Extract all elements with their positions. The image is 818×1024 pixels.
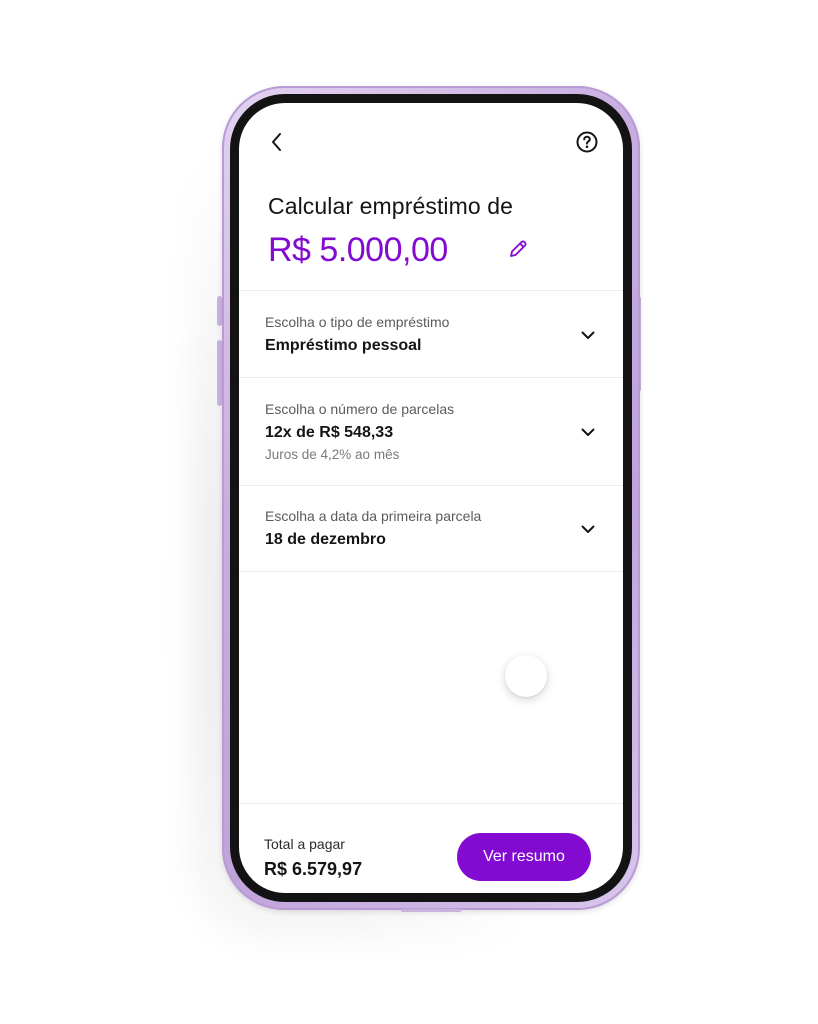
question-circle-icon [576, 131, 598, 153]
chevron-down-icon [579, 423, 597, 441]
chevron-down-icon [579, 520, 597, 538]
touch-cursor [505, 655, 547, 697]
installments-value: 12x de R$ 548,33 [265, 424, 394, 441]
total-value: R$ 6.579,97 [264, 859, 363, 879]
edit-amount-button[interactable] [505, 236, 531, 262]
home-indicator [401, 909, 461, 912]
loan-type-label: Escolha o tipo de empréstimo [265, 314, 450, 330]
interest-rate-note: Juros de 4,2% ao mês [265, 447, 400, 462]
first-installment-date-label: Escolha a data da primeira parcela [265, 508, 482, 524]
first-installment-date-select[interactable]: Escolha a data da primeira parcela 18 de… [239, 485, 623, 571]
installments-select[interactable]: Escolha o número de parcelas 12x de R$ 5… [239, 377, 623, 485]
loan-amount-value: R$ 5.000,00 [268, 231, 448, 269]
app-screen: Calcular empréstimo de R$ 5.000,00 Escol… [239, 103, 623, 893]
phone-bezel: Calcular empréstimo de R$ 5.000,00 Escol… [230, 94, 632, 902]
installments-label: Escolha o número de parcelas [265, 401, 455, 417]
help-button[interactable] [573, 128, 601, 156]
back-button[interactable] [263, 128, 291, 156]
stage: Calcular empréstimo de R$ 5.000,00 Escol… [0, 0, 818, 1024]
loan-type-select[interactable]: Escolha o tipo de empréstimo Empréstimo … [239, 290, 623, 377]
divider [239, 571, 623, 572]
footer-divider [239, 803, 623, 804]
phone-frame: Calcular empréstimo de R$ 5.000,00 Escol… [222, 86, 640, 912]
loan-type-value: Empréstimo pessoal [265, 337, 422, 354]
chevron-left-icon [272, 133, 281, 151]
loan-amount: R$ 5.000,00 [268, 231, 448, 270]
page-title: Calcular empréstimo de [268, 193, 514, 219]
chevron-down-icon [579, 326, 597, 344]
view-summary-button[interactable]: Ver resumo [457, 833, 591, 881]
total-label: Total a pagar [264, 836, 345, 852]
first-installment-date-value: 18 de dezembro [265, 531, 386, 548]
pencil-icon [510, 240, 527, 257]
